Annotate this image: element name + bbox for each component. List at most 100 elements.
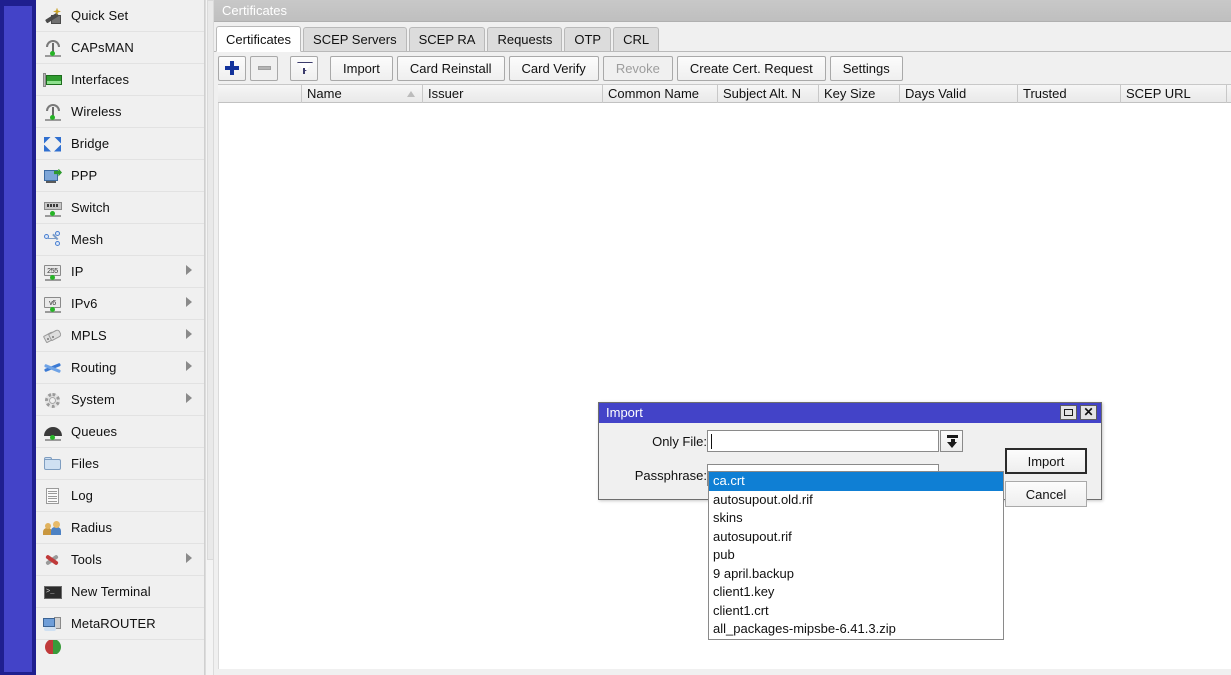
column-header-days-valid[interactable]: Days Valid bbox=[900, 85, 1018, 104]
sidebar-item-label: Bridge bbox=[71, 136, 110, 151]
sidebar-item-queues[interactable]: Queues bbox=[36, 416, 204, 448]
tab-requests[interactable]: Requests bbox=[487, 27, 563, 51]
dropdown-arrow-icon[interactable] bbox=[940, 430, 963, 452]
ip-badge-icon: 255 bbox=[42, 262, 64, 282]
dropdown-arrow-glyph bbox=[947, 435, 958, 448]
sidebar-item-log[interactable]: Log bbox=[36, 480, 204, 512]
tab-otp[interactable]: OTP bbox=[564, 27, 612, 51]
sidebar-item-label: Switch bbox=[71, 200, 110, 215]
sidebar-scrollbar[interactable] bbox=[205, 0, 214, 675]
maximize-icon[interactable] bbox=[1060, 405, 1077, 420]
file-dropdown-item[interactable]: ca.crt bbox=[709, 472, 1003, 491]
plus-icon[interactable] bbox=[218, 55, 246, 81]
sidebar-item-switch[interactable]: Switch bbox=[36, 192, 204, 224]
tab-scep-servers[interactable]: SCEP Servers bbox=[303, 27, 407, 51]
certificates-window-titlebar[interactable]: Certificates bbox=[214, 0, 1231, 22]
plus-icon-glyph bbox=[225, 61, 239, 75]
sidebar-item-routing[interactable]: Routing bbox=[36, 352, 204, 384]
sidebar-item-label: Interfaces bbox=[71, 72, 130, 87]
sidebar-item-label: Log bbox=[71, 488, 93, 503]
import-button[interactable]: Import bbox=[1005, 448, 1087, 474]
sidebar-item-mpls[interactable]: MPLS bbox=[36, 320, 204, 352]
sidebar-item-label: PPP bbox=[71, 168, 98, 183]
certificates-table-header: Name Issuer Common Name Subject Alt. N Key S… bbox=[218, 84, 1231, 104]
network-card-icon bbox=[42, 70, 64, 90]
antenna-icon bbox=[42, 102, 64, 122]
passphrase-label: Passphrase: bbox=[634, 467, 707, 483]
sidebar-item-metarouter[interactable]: MetaROUTER bbox=[36, 608, 204, 640]
settings-button[interactable]: Settings bbox=[829, 55, 903, 81]
sidebar-item-ipv6[interactable]: v6 IPv6 bbox=[36, 288, 204, 320]
filter-funnel-icon[interactable] bbox=[290, 55, 318, 81]
import-button[interactable]: Import bbox=[330, 55, 393, 81]
column-header-subject-alt-n[interactable]: Subject Alt. N bbox=[718, 85, 819, 104]
sidebar-item-wireless[interactable]: Wireless bbox=[36, 96, 204, 128]
file-dropdown-item[interactable]: client1.key bbox=[709, 583, 1003, 602]
sidebar-item-label: Queues bbox=[71, 424, 118, 439]
column-header-scep-url[interactable]: SCEP URL bbox=[1121, 85, 1227, 104]
tags-icon bbox=[42, 326, 64, 346]
chevron-right-icon bbox=[186, 265, 192, 275]
ipv6-badge-icon: v6 bbox=[42, 294, 64, 314]
sidebar-item-bridge[interactable]: Bridge bbox=[36, 128, 204, 160]
close-icon[interactable]: ✕ bbox=[1080, 405, 1097, 420]
chevron-right-icon bbox=[186, 553, 192, 563]
sidebar-item-ip[interactable]: 255 IP bbox=[36, 256, 204, 288]
queue-dome-icon bbox=[42, 422, 64, 442]
sidebar-item-tools[interactable]: Tools bbox=[36, 544, 204, 576]
column-header-label: Subject Alt. N bbox=[723, 86, 802, 101]
sidebar-scrollbar-thumb[interactable] bbox=[207, 0, 214, 560]
file-dropdown-item[interactable]: client1.crt bbox=[709, 602, 1003, 621]
sidebar-item-label: New Terminal bbox=[71, 584, 151, 599]
sidebar-item-label: IPv6 bbox=[71, 296, 98, 311]
users-icon bbox=[42, 518, 64, 538]
file-dropdown-item[interactable]: pub bbox=[709, 546, 1003, 565]
sidebar-item-interfaces[interactable]: Interfaces bbox=[36, 64, 204, 96]
tab-bar: Certificates SCEP Servers SCEP RA Requests O… bbox=[214, 26, 1231, 52]
file-dropdown-item[interactable]: 9 april.backup bbox=[709, 565, 1003, 584]
sidebar-item-system[interactable]: System bbox=[36, 384, 204, 416]
tab-certificates[interactable]: Certificates bbox=[216, 26, 302, 52]
routing-arrows-icon bbox=[42, 358, 64, 378]
sort-ascending-icon bbox=[407, 91, 415, 97]
switch-icon bbox=[42, 198, 64, 218]
card-verify-button[interactable]: Card Verify bbox=[508, 55, 599, 81]
sidebar-item-label: Tools bbox=[71, 552, 102, 567]
sidebar-item-partial[interactable] bbox=[36, 640, 204, 654]
column-header-key-size[interactable]: Key Size bbox=[819, 85, 900, 104]
column-header-label: Common Name bbox=[608, 86, 700, 101]
file-dropdown-item[interactable]: skins bbox=[709, 509, 1003, 528]
tab-scep-ra[interactable]: SCEP RA bbox=[408, 27, 486, 51]
card-reinstall-button[interactable]: Card Reinstall bbox=[396, 55, 505, 81]
column-header-name[interactable]: Name bbox=[302, 85, 423, 104]
column-header-label: SCEP URL bbox=[1126, 86, 1191, 101]
file-dropdown-item[interactable]: autosupout.old.rif bbox=[709, 491, 1003, 510]
sidebar-item-quick-set[interactable]: Quick Set bbox=[36, 0, 204, 32]
import-dialog-title: Import bbox=[606, 405, 643, 420]
sidebar-item-new-terminal[interactable]: >_ New Terminal bbox=[36, 576, 204, 608]
sidebar-item-label: Routing bbox=[71, 360, 117, 375]
sidebar-item-mesh[interactable]: Mesh bbox=[36, 224, 204, 256]
file-dropdown-item[interactable]: autosupout.rif bbox=[709, 528, 1003, 547]
only-file-input[interactable] bbox=[707, 430, 939, 452]
sidebar-item-capsman[interactable]: CAPsMAN bbox=[36, 32, 204, 64]
sidebar-item-files[interactable]: Files bbox=[36, 448, 204, 480]
column-header-common-name[interactable]: Common Name bbox=[603, 85, 718, 104]
column-header-label: Name bbox=[307, 86, 342, 101]
bridge-arrows-icon bbox=[42, 134, 64, 154]
sidebar-item-radius[interactable]: Radius bbox=[36, 512, 204, 544]
revoke-button: Revoke bbox=[602, 55, 673, 81]
create-cert-request-button[interactable]: Create Cert. Request bbox=[676, 55, 826, 81]
file-dropdown-item[interactable]: all_packages-mipsbe-6.41.3.zip bbox=[709, 620, 1003, 639]
filter-funnel-icon-glyph bbox=[297, 61, 311, 75]
tab-crl[interactable]: CRL bbox=[613, 27, 660, 51]
cancel-button[interactable]: Cancel bbox=[1005, 481, 1087, 507]
sidebar-menu: Quick Set CAPsMAN Interfaces Wireless Bridge… bbox=[36, 0, 205, 675]
sidebar-item-ppp[interactable]: PPP bbox=[36, 160, 204, 192]
column-header-trusted[interactable]: Trusted bbox=[1018, 85, 1121, 104]
sidebar-item-label: Mesh bbox=[71, 232, 104, 247]
only-file-label: Only File: bbox=[652, 433, 707, 449]
import-dialog-titlebar[interactable]: Import ✕ bbox=[599, 403, 1101, 423]
column-header-issuer[interactable]: Issuer bbox=[423, 85, 603, 104]
column-header-blank[interactable] bbox=[218, 85, 302, 104]
